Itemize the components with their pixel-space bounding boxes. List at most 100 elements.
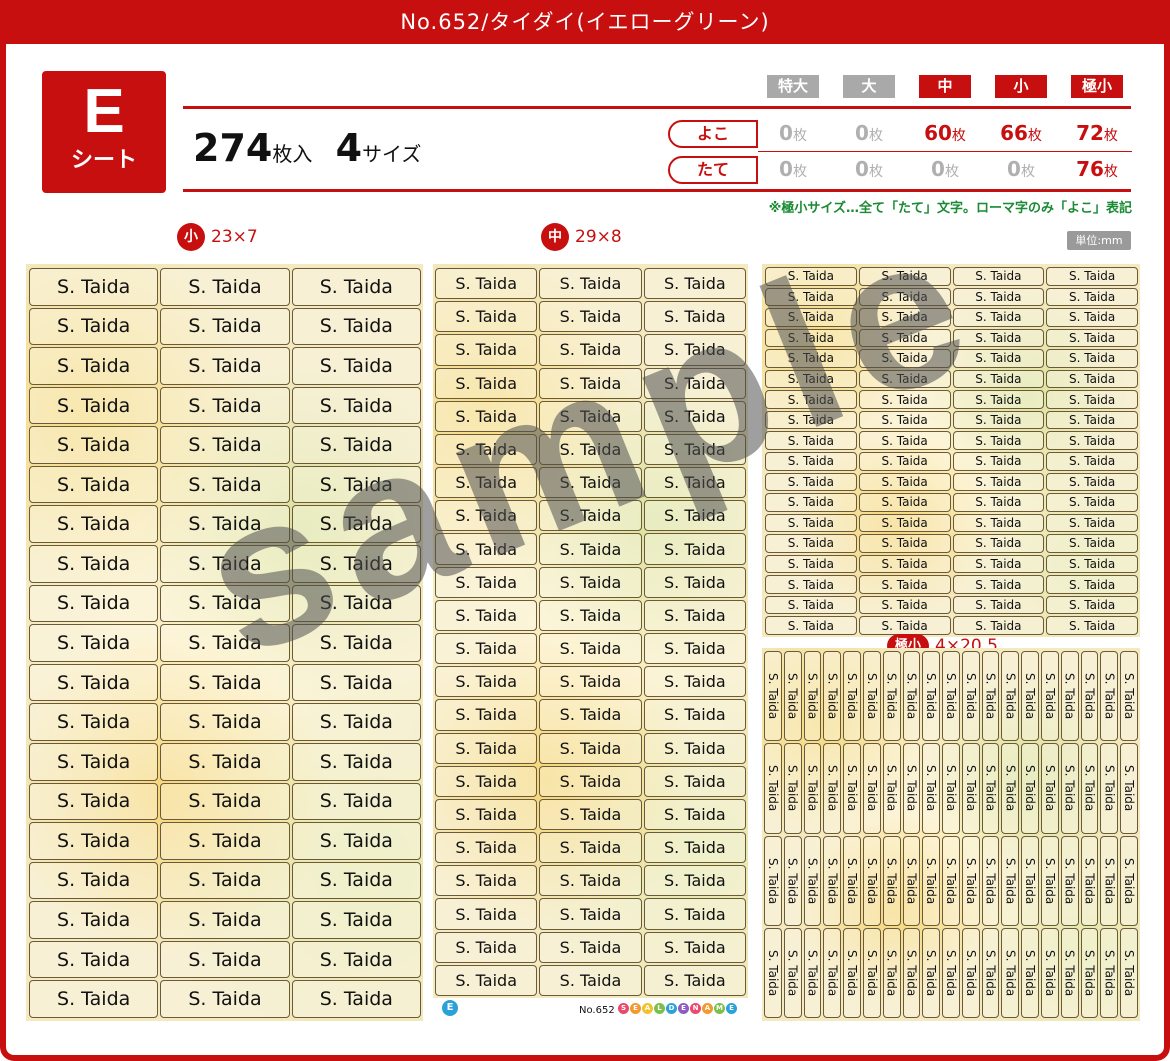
- count-number: 72: [1076, 121, 1104, 145]
- medium-name-label: S. Taida: [539, 699, 642, 731]
- row-label-0: よこ: [668, 120, 758, 148]
- tiny-name-label: S. Taida: [1001, 927, 1020, 1018]
- xsmall-name-label: S. Taida: [952, 410, 1045, 430]
- xsmall-name-label: S. Taida: [765, 267, 857, 286]
- tiny-name-label: S. Taida: [1080, 743, 1099, 834]
- tiny-name-label: S. Taida: [823, 835, 842, 926]
- xsmall-name-label: S. Taida: [858, 308, 951, 327]
- xsmall-name-label: S. Taida: [952, 451, 1045, 471]
- tiny-name-label: S. Taida: [1041, 743, 1059, 834]
- tiny-name-label: S. Taida: [1080, 651, 1099, 742]
- medium-name-label: S. Taida: [435, 832, 538, 864]
- tiny-name-label: S. Taida: [882, 927, 901, 1018]
- xsmall-name-label: S. Taida: [765, 287, 857, 307]
- tiny-name-label: S. Taida: [1041, 835, 1059, 926]
- small-name-label: S. Taida: [291, 307, 421, 346]
- tiny-name-label: S. Taida: [1041, 651, 1059, 742]
- medium-name-label: S. Taida: [539, 566, 642, 598]
- xsmall-name-label: S. Taida: [858, 390, 951, 409]
- medium-name-label: S. Taida: [435, 334, 538, 366]
- xsmall-name-label: S. Taida: [1046, 616, 1138, 635]
- xsmall-name-label: S. Taida: [1046, 472, 1138, 492]
- small-name-label: S. Taida: [291, 742, 421, 781]
- xsmall-name-label: S. Taida: [858, 267, 951, 286]
- section-medium-badge: 中: [541, 223, 569, 251]
- xsmall-name-label: S. Taida: [952, 349, 1045, 368]
- brand-letter: A: [642, 1003, 653, 1014]
- tiny-name-label: S. Taida: [862, 743, 881, 834]
- tiny-name-label: S. Taida: [1120, 743, 1138, 834]
- section-medium-dims: 29×8: [575, 227, 622, 247]
- tiny-name-label: S. Taida: [1001, 835, 1020, 926]
- medium-name-label: S. Taida: [539, 500, 642, 532]
- count-unit-small: 枚: [1103, 128, 1118, 144]
- section-small-title: 小 23×7: [177, 223, 258, 251]
- xsmall-name-label: S. Taida: [858, 554, 951, 574]
- tiny-name-label: S. Taida: [1060, 835, 1079, 926]
- medium-name-label: S. Taida: [643, 566, 746, 598]
- medium-name-label: S. Taida: [643, 400, 746, 432]
- small-name-label: S. Taida: [29, 782, 159, 821]
- summary-count: 274枚入 4サイズ: [193, 126, 421, 170]
- medium-name-label: S. Taida: [539, 898, 642, 930]
- tiny-name-label: S. Taida: [922, 927, 941, 1018]
- xsmall-name-label: S. Taida: [952, 472, 1045, 492]
- tiny-name-label: S. Taida: [902, 927, 921, 1018]
- medium-name-label: S. Taida: [435, 898, 538, 930]
- xsmall-name-label: S. Taida: [765, 595, 857, 615]
- medium-name-label: S. Taida: [435, 599, 538, 631]
- xsmall-name-label: S. Taida: [952, 369, 1045, 389]
- size-header-3: 小: [995, 75, 1047, 98]
- xsmall-label-grid: S. Taida S. Taida S. Taida S. Taida S. Taida…: [765, 267, 1138, 635]
- count-cell: 0枚: [910, 157, 980, 181]
- xsmall-name-label: S. Taida: [765, 451, 857, 471]
- count-cell: 66枚: [986, 121, 1056, 145]
- xsmall-name-label: S. Taida: [858, 287, 951, 307]
- tiny-name-label: S. Taida: [862, 835, 881, 926]
- xsmall-name-label: S. Taida: [952, 595, 1045, 615]
- xsmall-name-label: S. Taida: [1046, 493, 1138, 512]
- xsmall-name-label: S. Taida: [765, 390, 857, 409]
- medium-name-label: S. Taida: [435, 367, 538, 399]
- xsmall-name-label: S. Taida: [1046, 451, 1138, 471]
- xsmall-name-label: S. Taida: [858, 410, 951, 430]
- count-unit-small: 枚: [868, 128, 883, 144]
- medium-name-label: S. Taida: [435, 566, 538, 598]
- medium-name-label: S. Taida: [643, 467, 746, 499]
- small-name-label: S. Taida: [29, 386, 159, 425]
- tiny-name-label: S. Taida: [942, 651, 960, 742]
- medium-name-label: S. Taida: [435, 732, 538, 764]
- small-name-label: S. Taida: [160, 861, 290, 900]
- medium-name-label: S. Taida: [539, 865, 642, 897]
- tiny-name-label: S. Taida: [1120, 927, 1138, 1018]
- medium-name-label: S. Taida: [435, 500, 538, 532]
- count-number: 0: [855, 121, 869, 145]
- small-name-label: S. Taida: [160, 822, 290, 860]
- footer-number: No.652: [579, 1005, 615, 1016]
- medium-name-label: S. Taida: [643, 433, 746, 466]
- count-unit-small: 枚: [868, 164, 883, 180]
- count-unit-small: 枚: [1027, 128, 1042, 144]
- xsmall-name-label: S. Taida: [1046, 575, 1138, 594]
- tiny-name-label: S. Taida: [783, 651, 802, 742]
- small-name-label: S. Taida: [29, 742, 159, 781]
- small-name-label: S. Taida: [29, 307, 159, 346]
- xsmall-name-label: S. Taida: [765, 534, 857, 553]
- medium-name-label: S. Taida: [435, 533, 538, 565]
- xsmall-name-label: S. Taida: [952, 616, 1045, 635]
- xsmall-name-label: S. Taida: [952, 575, 1045, 594]
- medium-name-label: S. Taida: [435, 433, 538, 466]
- medium-name-label: S. Taida: [643, 699, 746, 731]
- tiny-name-label: S. Taida: [803, 927, 822, 1018]
- small-name-label: S. Taida: [291, 901, 421, 939]
- brand-logo: SEALDENAME: [618, 1003, 737, 1014]
- small-name-label: S. Taida: [291, 347, 421, 385]
- medium-name-label: S. Taida: [643, 533, 746, 565]
- brand-letter: M: [714, 1003, 725, 1014]
- tiny-name-label: S. Taida: [922, 651, 941, 742]
- xsmall-name-label: S. Taida: [858, 431, 951, 450]
- xsmall-name-label: S. Taida: [952, 267, 1045, 286]
- xsmall-name-label: S. Taida: [765, 328, 857, 348]
- tiny-name-label: S. Taida: [783, 743, 802, 834]
- small-name-label: S. Taida: [291, 505, 421, 544]
